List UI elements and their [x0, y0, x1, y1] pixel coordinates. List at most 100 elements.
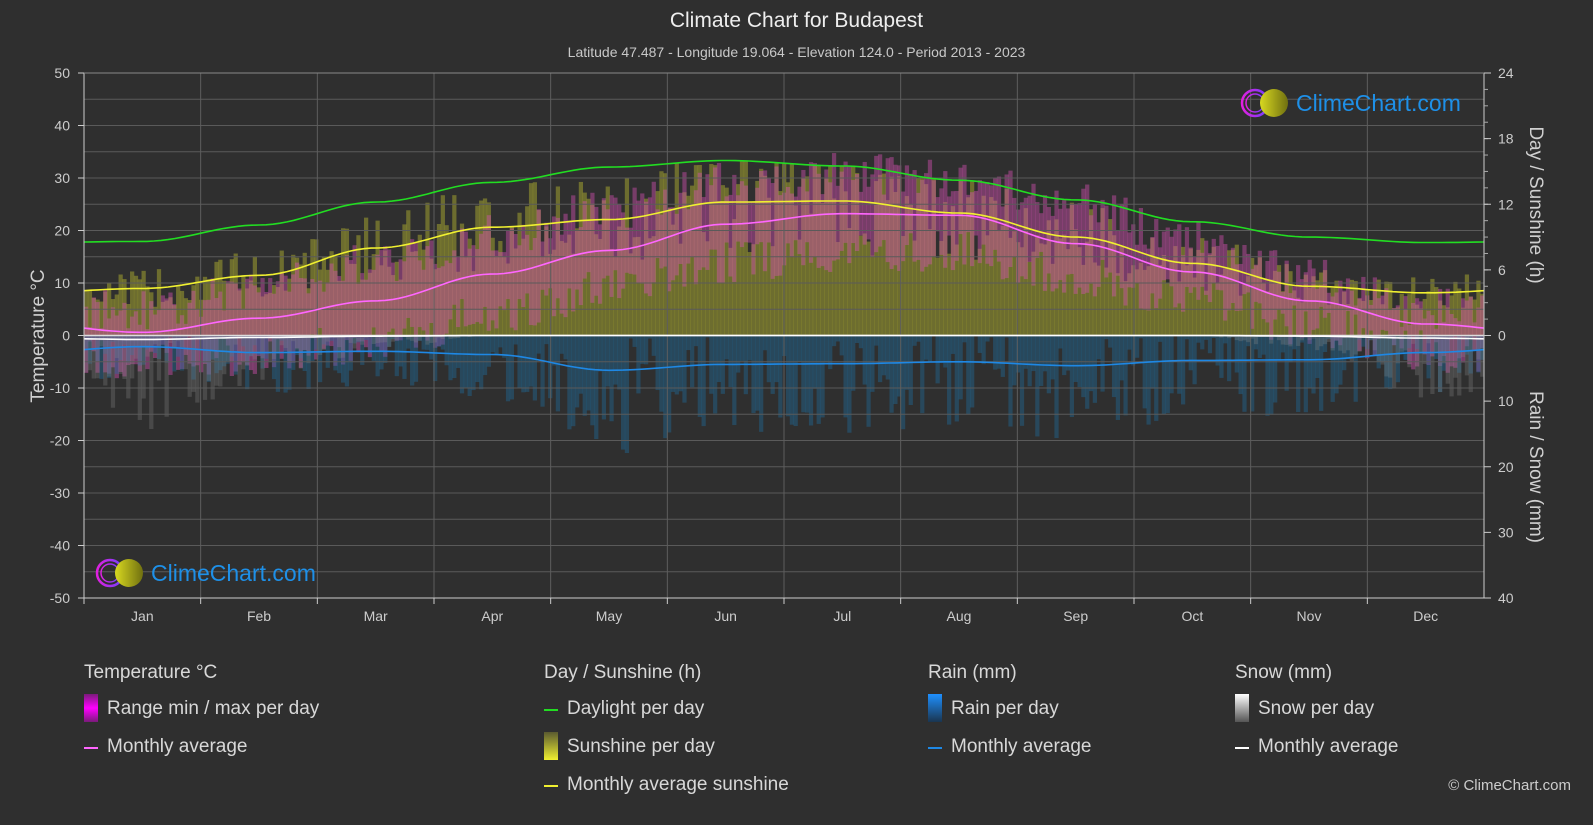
temp-range-bar	[509, 228, 514, 328]
rain-bar	[1242, 335, 1247, 412]
snow-bar	[306, 335, 311, 364]
rain-bar	[452, 335, 457, 378]
snow-bar	[1345, 335, 1351, 351]
temp-range-bar	[252, 285, 258, 374]
rain-bar	[402, 335, 407, 379]
snow-bar	[118, 335, 123, 374]
snow-bar	[95, 335, 100, 379]
temp-range-bar	[1000, 206, 1005, 280]
rain-bar	[939, 335, 944, 363]
temp-range-bar	[697, 172, 702, 271]
temp-range-bar	[1065, 208, 1071, 275]
snow-bar	[237, 335, 242, 386]
snow-bar	[191, 335, 196, 392]
rain-bar	[900, 335, 906, 430]
rain-bar	[624, 335, 630, 454]
snow-bar	[214, 335, 219, 386]
sunshine-bar	[858, 235, 864, 336]
rain-bar	[985, 335, 990, 342]
rain-bar	[1127, 335, 1132, 350]
snow-bar	[141, 335, 146, 399]
legend-label: Monthly average	[1258, 736, 1399, 757]
rain-bar	[674, 335, 679, 395]
rain-bar	[344, 335, 350, 387]
temp-range-bar	[851, 180, 856, 244]
yellow-line-swatch-icon	[544, 785, 558, 787]
temp-range-bar	[1349, 290, 1354, 338]
logo-bottom-left[interactable]: ClimeChart.com	[95, 557, 316, 589]
temp-range-bar	[881, 194, 887, 241]
temp-range-bar	[513, 233, 518, 331]
legend-item: Monthly average	[928, 736, 1091, 774]
rain-bar	[724, 335, 729, 360]
rain-bar	[1238, 335, 1243, 395]
temp-range-bar	[970, 192, 975, 267]
rain-bar	[421, 335, 426, 350]
rain-bar	[567, 335, 572, 430]
rain-bar	[774, 335, 779, 383]
temp-range-bar	[1058, 208, 1063, 281]
temp-range-bar	[755, 187, 760, 245]
temp-range-bar	[651, 181, 656, 283]
rain-bar	[1157, 335, 1163, 342]
temp-range-bar	[452, 250, 457, 305]
rain-bar	[805, 335, 810, 413]
temp-range-bar	[1161, 231, 1167, 281]
temp-range-bar	[1380, 295, 1385, 330]
rain-bar	[1108, 335, 1113, 348]
sunshine-bar	[862, 233, 867, 336]
logo-top-right[interactable]: ClimeChart.com	[1240, 87, 1461, 119]
temp-range-bar	[854, 174, 860, 252]
snow-bar	[1384, 335, 1389, 377]
rain-bar	[762, 335, 768, 351]
temp-range-bar	[1188, 247, 1193, 293]
temp-range-bar	[1054, 190, 1059, 289]
rain-bar	[471, 335, 476, 391]
snow-bar	[149, 335, 154, 429]
temp-range-bar	[482, 225, 488, 307]
temp-range-bar	[908, 173, 913, 234]
rain-bar	[1200, 335, 1205, 350]
right-top-tick-label: 24	[1498, 65, 1514, 81]
right-top-tick-label: 12	[1498, 196, 1514, 212]
left-tick-label: 20	[54, 223, 70, 239]
rain-bar	[877, 335, 883, 383]
rain-bar	[1161, 335, 1167, 415]
temp-range-bar	[1008, 170, 1013, 268]
rain-bar	[555, 335, 561, 412]
month-label: Jun	[714, 608, 737, 624]
rain-bar	[597, 335, 603, 372]
temp-range-bar	[490, 250, 495, 321]
rain-bar	[459, 335, 465, 394]
month-label: Jan	[131, 608, 154, 624]
rain-bar	[1234, 335, 1239, 373]
left-tick-label: -40	[50, 538, 70, 554]
rain-bar	[617, 335, 622, 390]
snow-bar	[103, 335, 108, 386]
rain-bar	[1131, 335, 1136, 366]
month-label: Oct	[1181, 608, 1203, 624]
snow-bar	[172, 335, 177, 349]
temp-range-bar	[1173, 229, 1178, 308]
temp-range-bar	[885, 158, 890, 263]
rain-bar	[525, 335, 530, 392]
temp-range-bar	[563, 213, 568, 318]
snow-bar	[268, 335, 273, 362]
temp-range-bar	[551, 216, 557, 317]
rain-bar	[264, 335, 269, 359]
left-tick-label: -10	[50, 380, 70, 396]
temp-range-bar	[659, 214, 664, 269]
rain-bar	[1265, 335, 1270, 416]
rain-bar	[528, 335, 534, 387]
temp-range-bar	[670, 207, 676, 281]
temp-range-bar	[402, 261, 407, 329]
rain-bar	[736, 335, 741, 373]
rain-bar	[1146, 335, 1151, 425]
blue-line-swatch-icon	[928, 747, 942, 749]
legend-label: Daylight per day	[567, 698, 705, 719]
rain-bar	[1008, 335, 1013, 427]
rain-bar	[536, 335, 541, 354]
rain-bar	[1134, 335, 1140, 358]
month-label: Mar	[364, 608, 388, 624]
temp-range-bar	[724, 196, 729, 243]
